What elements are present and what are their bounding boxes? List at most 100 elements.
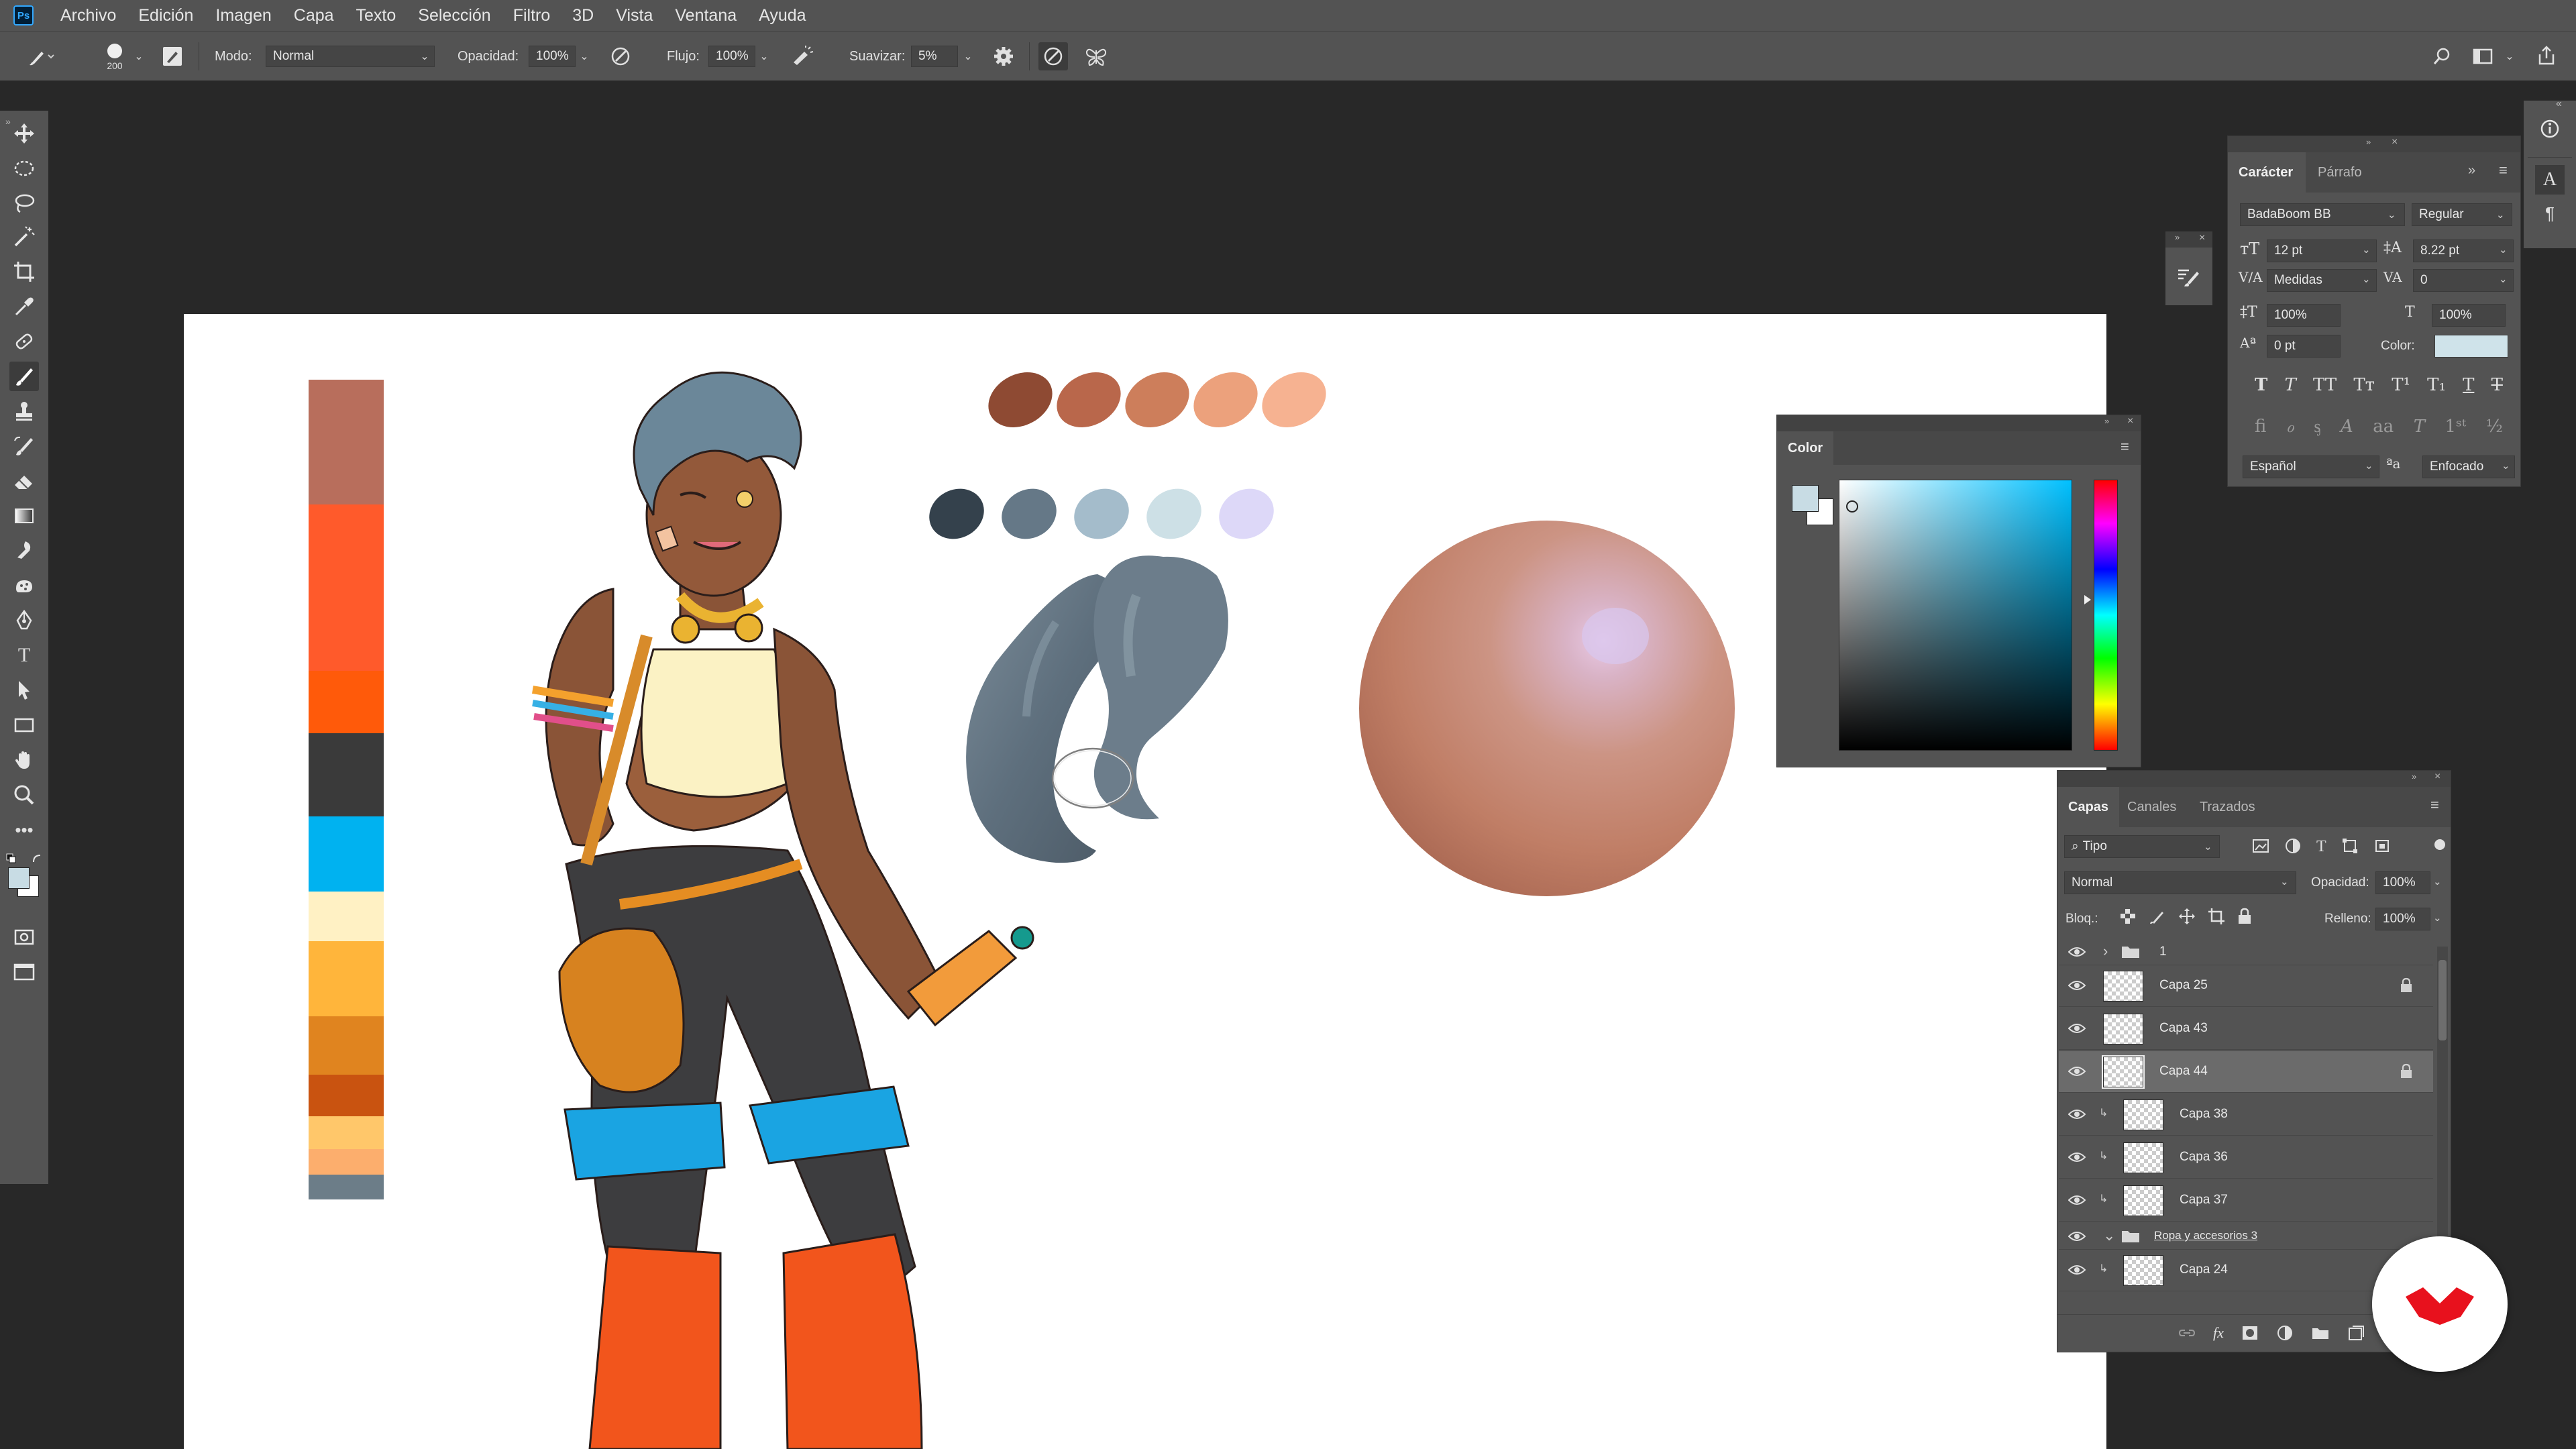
brush-settings-button[interactable] [2174,262,2204,292]
brush-tool[interactable] [9,362,39,391]
close-icon[interactable]: × [2199,232,2205,244]
chevron-down-icon[interactable]: ⌄ [577,49,592,64]
layer-name[interactable]: Capa 43 [2159,1021,2208,1036]
eyedropper-tool[interactable] [9,292,39,321]
type-tool[interactable]: T [9,641,39,670]
pixel-filter-icon[interactable] [2252,838,2269,854]
scrollbar-thumb[interactable] [2438,960,2447,1040]
pressure-size-toggle[interactable] [1038,42,1068,70]
crop-tool[interactable] [9,257,39,286]
dodge-tool[interactable] [9,571,39,600]
swash-icon[interactable]: ᶊ [2314,417,2320,437]
vertical-scale-input[interactable]: 100% [2267,304,2341,327]
font-family-select[interactable]: BadaBoom BB [2240,203,2405,226]
language-select[interactable]: Español [2243,455,2379,478]
faux-bold-icon[interactable]: T [2255,375,2267,395]
expand-icon[interactable]: » [2468,163,2475,178]
pen-tool[interactable] [9,606,39,635]
visibility-eye-icon[interactable] [2068,1150,2086,1164]
healing-brush-tool[interactable] [9,327,39,356]
flow-input[interactable]: 100% [708,46,755,67]
layer-name[interactable]: Capa 36 [2180,1150,2228,1165]
zoom-tool[interactable] [9,780,39,810]
visibility-eye-icon[interactable] [2068,1022,2086,1035]
faux-italic-icon[interactable]: T [2285,375,2296,395]
rectangle-tool[interactable] [9,710,39,740]
smoothing-input[interactable]: 5% [911,46,958,67]
new-adjustment-layer-icon[interactable] [2276,1325,2294,1341]
layer-opacity-input[interactable]: 100% [2375,871,2430,894]
search-button[interactable] [2428,45,2455,68]
clone-stamp-tool[interactable] [9,396,39,426]
smart-object-filter-icon[interactable] [2373,838,2391,854]
menu-ventana[interactable]: Ventana [675,6,737,25]
lock-position-icon[interactable] [2178,908,2196,925]
small-caps-icon[interactable]: Tт [2353,375,2375,395]
menu-capa[interactable]: Capa [294,6,334,25]
menu-imagen[interactable]: Imagen [215,6,271,25]
expand-icon[interactable]: » [2175,232,2180,242]
layer-name[interactable]: Capa 25 [2159,978,2208,993]
airbrush-toggle[interactable] [789,45,816,68]
visibility-eye-icon[interactable] [2068,1065,2086,1078]
layer-row[interactable]: Capa 43 [2059,1008,2433,1050]
collapse-icon[interactable]: » [2412,771,2416,782]
layer-group-row[interactable]: › 1 [2059,938,2433,965]
hue-slider[interactable] [2094,480,2118,751]
menu-ayuda[interactable]: Ayuda [759,6,806,25]
pressure-opacity-toggle[interactable] [608,45,633,68]
visibility-eye-icon[interactable] [2068,979,2086,992]
collapse-icon[interactable]: » [2366,137,2371,147]
new-group-icon[interactable] [2311,1325,2330,1341]
layer-name[interactable]: 1 [2159,945,2167,959]
chevron-down-icon[interactable]: ⌄ [2433,875,2442,888]
layer-row[interactable]: ↳ Capa 36 [2059,1137,2433,1179]
superscript-icon[interactable]: T¹ [2392,375,2410,395]
menu-icon[interactable]: ≡ [2499,162,2508,179]
magic-wand-tool[interactable] [9,222,39,252]
visibility-eye-icon[interactable] [2068,945,2086,959]
blur-tool[interactable] [9,536,39,566]
quick-mask[interactable] [9,922,39,952]
strikethrough-icon[interactable]: T [2491,375,2503,395]
lock-artboard-icon[interactable] [2208,908,2225,925]
tab-trazados[interactable]: Trazados [2189,787,2266,827]
filter-toggle[interactable] [2434,839,2445,850]
chevron-down-icon[interactable]: ⌄ [2433,912,2442,924]
layer-filter-select[interactable]: ⌕ Tipo [2064,835,2220,858]
collapse-icon[interactable]: » [2104,416,2109,426]
smoothing-options-button[interactable] [990,45,1017,68]
horizontal-scale-input[interactable]: 100% [2432,304,2506,327]
workspace-button[interactable] [2469,45,2497,68]
hue-handle[interactable] [2084,595,2091,604]
visibility-eye-icon[interactable] [2068,1193,2086,1207]
shape-filter-icon[interactable] [2341,838,2359,854]
layer-name[interactable]: Ropa y accesorios 3 [2154,1229,2257,1242]
menu-3d[interactable]: 3D [572,6,594,25]
brush-preset-picker[interactable]: 200 [98,38,131,76]
eraser-tool[interactable] [9,466,39,496]
contextual-alternates-icon[interactable]: T [2414,417,2425,437]
close-icon[interactable]: × [2127,415,2133,427]
more-tools[interactable]: ••• [9,815,39,845]
font-size-input[interactable]: 12 pt [2267,239,2377,262]
move-tool[interactable] [9,119,39,148]
ligatures-icon[interactable]: ﬁ [2255,417,2266,437]
layer-row[interactable]: Capa 44 [2059,1051,2433,1093]
brush-settings-toggle[interactable] [161,45,184,68]
fill-input[interactable]: 100% [2375,908,2430,930]
chevron-down-icon[interactable]: ⌄ [2502,49,2517,64]
character-panel-button[interactable]: A [2535,165,2565,195]
paragraph-panel-button[interactable]: ¶ [2535,199,2565,228]
menu-vista[interactable]: Vista [616,6,653,25]
new-layer-icon[interactable] [2347,1325,2365,1341]
foreground-color-swatch[interactable] [8,867,30,889]
close-icon[interactable]: × [2392,136,2398,148]
path-selection-tool[interactable] [9,676,39,705]
info-panel-button[interactable] [2535,114,2565,144]
screen-mode[interactable] [9,957,39,987]
subscript-icon[interactable]: T₁ [2427,375,2446,395]
lock-all-icon[interactable] [2237,908,2252,925]
menu-texto[interactable]: Texto [356,6,396,25]
stylistic-alternates-icon[interactable]: A [2341,417,2353,437]
